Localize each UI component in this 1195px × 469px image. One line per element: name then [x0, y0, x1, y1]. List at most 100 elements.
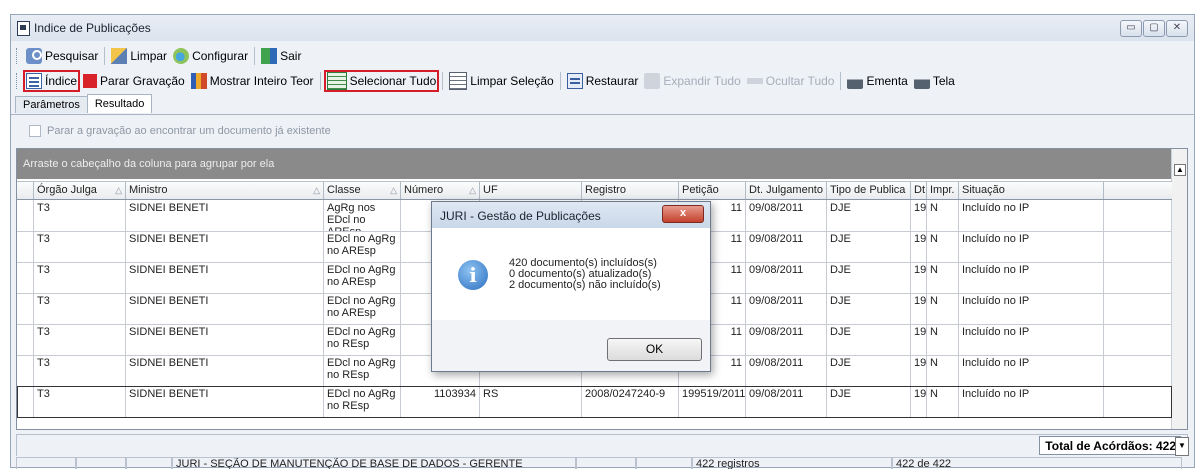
cell-text: 09/08/2011: [749, 233, 804, 245]
exit-button[interactable]: Sair: [258, 45, 304, 67]
cell-tipo: DJE: [827, 324, 911, 355]
cell-text: AgRg nos EDcl no AREsp: [327, 202, 376, 231]
cell-text: Incluído no IP: [962, 202, 1030, 214]
column-header-ministro[interactable]: Ministro △: [126, 182, 324, 199]
cell-text: 11: [730, 264, 742, 276]
stop-on-existing-option[interactable]: Parar a gravação ao encontrar um documen…: [29, 125, 331, 137]
clear-button[interactable]: Limpar: [108, 45, 170, 67]
row-selector[interactable]: [17, 293, 34, 324]
status-cell: [126, 457, 172, 469]
group-by-hint: Arraste o cabeçalho da coluna para agrup…: [23, 158, 275, 170]
minimize-button[interactable]: ▭: [1120, 20, 1142, 37]
tab-parametros[interactable]: Parâmetros: [15, 96, 88, 113]
cell-text: N: [930, 326, 938, 338]
clear-selection-button[interactable]: Limpar Seleção: [446, 70, 556, 92]
column-header-orgao[interactable]: Órgão Julga △: [34, 182, 126, 199]
search-button[interactable]: Pesquisar: [23, 45, 101, 67]
collapse-all-button[interactable]: Ocultar Tudo: [744, 70, 838, 92]
cell-numero: 1103934: [401, 386, 480, 417]
scroll-up-icon[interactable]: ▲: [1174, 164, 1186, 176]
cell-text: EDcl no AgRg no REsp: [327, 388, 396, 412]
expand-icon: [644, 73, 661, 89]
dialog-body: i 420 documento(s) incluídos(s) 0 docume…: [432, 228, 710, 320]
column-header-peticao[interactable]: Petição: [679, 182, 746, 199]
cell-text: SIDNEI BENETI: [129, 388, 209, 400]
cell-tipo: DJE: [827, 355, 911, 386]
cell-text: 19/08/2011: [914, 233, 927, 245]
column-header-classe[interactable]: Classe △: [324, 182, 401, 199]
window-controls: ▭ ▢ ✕: [1120, 20, 1188, 37]
column-header-publicacao[interactable]: Dt. Publicação: [911, 182, 927, 199]
cell-ministro: SIDNEI BENETI: [126, 324, 324, 355]
cell-text: N: [930, 295, 938, 307]
ok-button[interactable]: OK: [607, 338, 702, 361]
cell-text: Incluído no IP: [962, 357, 1030, 369]
row-selector[interactable]: [17, 355, 34, 386]
scroll-down-icon[interactable]: ▼: [1175, 437, 1189, 456]
maximize-button[interactable]: ▢: [1143, 20, 1165, 37]
table-row[interactable]: T3 SIDNEI BENETI EDcl no AgRg no REsp 11039…: [17, 386, 1172, 418]
window-title: Indice de Publicações: [34, 21, 151, 35]
column-header-label: Órgão Julga: [37, 184, 97, 196]
cell-text: 11: [730, 357, 742, 369]
status-bar: JURI - SEÇÃO DE MANUTENÇÃO DE BASE DE DA…: [16, 457, 1188, 469]
toolbar-grip[interactable]: [16, 73, 20, 89]
select-all-button[interactable]: Selecionar Tudo: [323, 70, 440, 92]
column-header-uf[interactable]: UF: [480, 182, 582, 199]
cell-text: T3: [37, 264, 50, 276]
close-button[interactable]: ✕: [1166, 20, 1188, 37]
column-header-impr[interactable]: Impr.: [927, 182, 959, 199]
group-by-area[interactable]: Arraste o cabeçalho da coluna para agrup…: [17, 149, 1171, 179]
row-selector[interactable]: [17, 386, 34, 417]
configure-button[interactable]: Configurar: [170, 45, 251, 67]
cell-registro: 2008/0247240-9: [582, 386, 679, 417]
cell-text: T3: [37, 388, 50, 400]
cell-tipo: DJE: [827, 386, 911, 417]
sort-icon: △: [469, 185, 476, 195]
index-document-icon: [26, 73, 42, 89]
index-button[interactable]: Índice: [23, 70, 81, 92]
cell-impr: N: [927, 324, 959, 355]
column-header-label: Tipo de Publica: [830, 184, 906, 196]
search-icon: [26, 48, 42, 64]
cell-text: SIDNEI BENETI: [129, 295, 209, 307]
stop-recording-button[interactable]: Parar Gravação: [80, 70, 188, 92]
column-header-tipo[interactable]: Tipo de Publica: [827, 182, 911, 199]
cell-peticao: 199519/2011: [679, 386, 746, 417]
stop-on-existing-checkbox[interactable]: [29, 125, 41, 137]
title-bar: Indice de Publicações ▭ ▢ ✕: [11, 15, 1194, 41]
dialog-line-not-included: 2 documento(s) não incluído(s): [509, 279, 661, 291]
cell-text: 19/08/2011: [914, 264, 927, 276]
ementa-print-button[interactable]: Ementa: [844, 70, 910, 92]
column-header-situacao[interactable]: Situação: [959, 182, 1104, 199]
cell-classe: EDcl no AgRg no AREsp: [324, 262, 401, 293]
vertical-scrollbar[interactable]: ▲: [1171, 149, 1187, 429]
screen-print-button[interactable]: Tela: [911, 70, 958, 92]
expand-all-button[interactable]: Expandir Tudo: [641, 70, 743, 92]
cell-text: 19/08/2011: [914, 295, 927, 307]
cell-orgao: T3: [34, 293, 126, 324]
cell-situacao: Incluído no IP: [959, 293, 1104, 324]
column-header-numero[interactable]: Número △: [401, 182, 480, 199]
dialog-close-button[interactable]: x: [662, 205, 704, 223]
cell-text: 19/08/2011: [914, 326, 927, 338]
cell-impr: N: [927, 293, 959, 324]
row-selector[interactable]: [17, 200, 34, 231]
publication-dialog: JURI - Gestão de Publicações x i 420 doc…: [431, 201, 711, 372]
configure-icon: [173, 48, 190, 64]
column-header-registro[interactable]: Registro: [582, 182, 679, 199]
cell-text: 09/08/2011: [749, 264, 804, 276]
row-selector[interactable]: [17, 262, 34, 293]
show-full-text-button[interactable]: Mostrar Inteiro Teor: [188, 70, 317, 92]
tab-resultado[interactable]: Resultado: [86, 94, 153, 113]
toolbar-grip[interactable]: [16, 48, 20, 64]
restore-button[interactable]: Restaurar: [564, 70, 642, 92]
cell-text: 09/08/2011: [749, 202, 804, 214]
column-header-julgamento[interactable]: Dt. Julgamento: [746, 182, 827, 199]
row-selector[interactable]: [17, 231, 34, 262]
cell-text: 09/08/2011: [749, 326, 804, 338]
cell-orgao: T3: [34, 386, 126, 417]
printer-icon: [847, 73, 864, 89]
row-selector[interactable]: [17, 324, 34, 355]
cell-text: SIDNEI BENETI: [129, 357, 209, 369]
